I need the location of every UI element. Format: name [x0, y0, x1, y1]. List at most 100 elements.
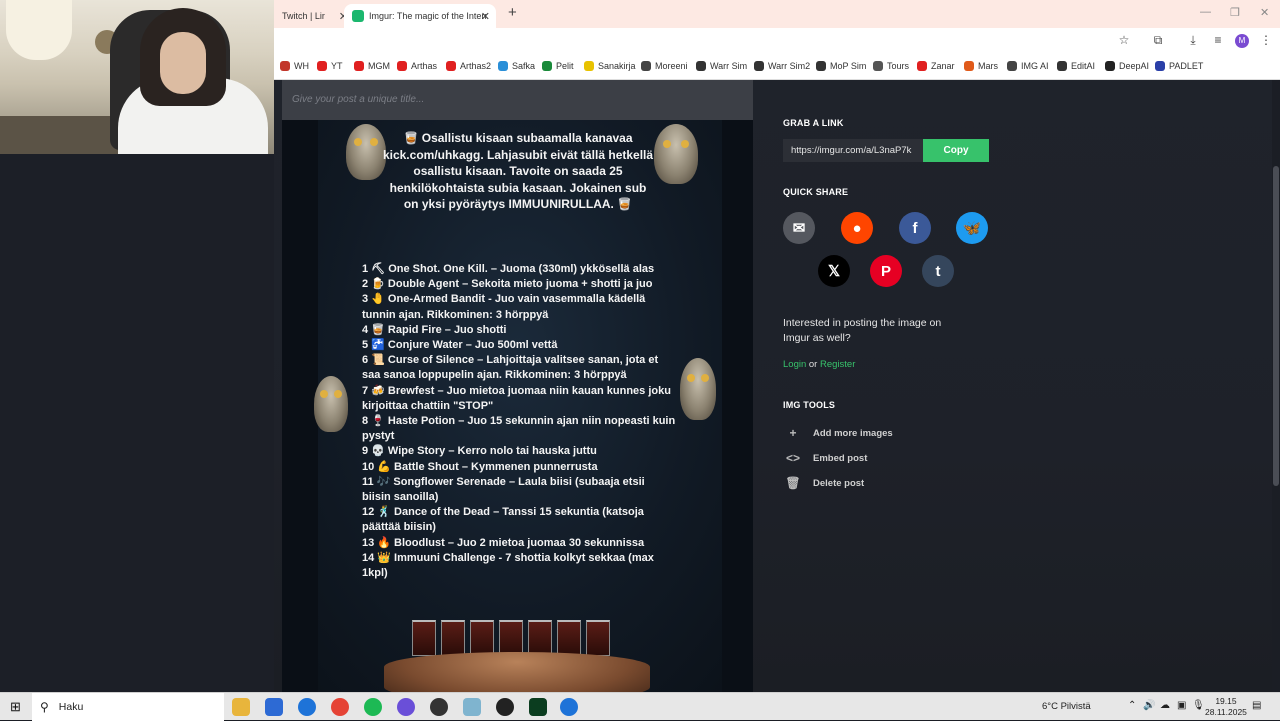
weather-widget[interactable]: 6°C Pilvistä [1042, 701, 1091, 712]
delete-post-button[interactable]: 🗑 Delete post [783, 476, 864, 490]
bookmark-item[interactable]: Sanakirja [584, 61, 636, 71]
bookmark-item[interactable]: Safka [498, 61, 535, 71]
bookmark-item[interactable]: IMG AI [1007, 61, 1049, 71]
share-link-field[interactable]: https://imgur.com/a/L3naP7k [783, 139, 923, 162]
add-more-images-button[interactable]: + Add more images [783, 426, 893, 440]
chevron-up-icon[interactable]: ⌃ [1128, 700, 1136, 711]
scrollbar-thumb[interactable] [1273, 166, 1279, 486]
bookmark-item[interactable]: MGM [354, 61, 390, 71]
rule-item: 3 🤚 One-Armed Bandit - Juo vain vasemmal… [362, 293, 646, 321]
close-icon[interactable]: ✕ [481, 10, 490, 23]
star-icon[interactable]: ☆ [1116, 33, 1132, 47]
edge-icon-2[interactable] [560, 698, 578, 716]
facebook-share-icon[interactable]: f [899, 212, 931, 244]
bookmark-item[interactable]: Mars [964, 61, 998, 71]
reddit-share-icon[interactable]: ● [841, 212, 873, 244]
bookmark-label: Arthas2 [460, 61, 492, 71]
bookmarks-bar: WH YT MGM Arthas Arthas2 Safka Pelit Sanakirja M… [274, 56, 1280, 80]
login-link[interactable]: Login [783, 359, 806, 370]
bookmark-item[interactable]: Arthas2 [446, 61, 491, 71]
bookmark-item[interactable]: Pelit [542, 61, 574, 71]
page-scrollbar[interactable] [1272, 80, 1280, 692]
x-share-icon[interactable]: 𝕏 [818, 255, 850, 287]
tab-imgur[interactable]: Imgur: The magic of the Interne ✕ [344, 4, 496, 28]
webcam-person-face [160, 32, 206, 94]
bluesky-share-icon[interactable]: 🦋 [956, 212, 988, 244]
rule-item: 7 🍻 Brewfest – Juo mietoa juomaa niin ka… [362, 384, 671, 412]
rule-item: 2 🍺 Double Agent – Sekoita mieto juoma +… [362, 278, 653, 291]
owl-top-left [346, 124, 386, 180]
copy-button[interactable]: Copy [923, 139, 989, 162]
bookmark-item[interactable]: Warr Sim [696, 61, 747, 71]
bookmark-label: Pelit [556, 61, 574, 71]
windows-taskbar: ⊞ ⚲ Haku 6°C Pilvistä ⌃ 🔊 ☁ ▣ 🎙 19.15 28… [0, 692, 1280, 721]
bookmark-favicon-icon [280, 61, 290, 71]
rule-item: 11 🎶 Songflower Serenade – Laula biisi (… [362, 475, 645, 504]
spotify-icon[interactable] [364, 698, 382, 716]
window-close-icon[interactable]: ✕ [1260, 6, 1269, 19]
restore-icon[interactable]: ❐ [1230, 6, 1240, 19]
tumblr-share-icon[interactable]: t [922, 255, 954, 287]
steam-icon[interactable] [496, 698, 514, 716]
discord-icon[interactable] [397, 698, 415, 716]
email-share-icon[interactable]: ✉ [783, 212, 815, 244]
bookmark-item[interactable]: MoP Sim [816, 61, 866, 71]
menu-icon[interactable]: ⋮ [1258, 33, 1274, 47]
bookmark-item[interactable]: WH [280, 61, 309, 71]
download-icon[interactable]: ⤓ [1185, 33, 1201, 48]
bookmark-favicon-icon [498, 61, 508, 71]
embed-post-button[interactable]: <> Embed post [783, 451, 867, 465]
bookmark-label: Arthas [411, 61, 438, 71]
register-link[interactable]: Register [820, 359, 855, 370]
windows-start-icon[interactable]: ⊞ [10, 699, 21, 715]
notifications-icon[interactable]: ▤ [1252, 700, 1261, 711]
bookmark-item[interactable]: PADLET [1155, 61, 1203, 71]
terminal-icon[interactable] [529, 698, 547, 716]
extensions-icon[interactable]: ⧉ [1150, 33, 1166, 48]
bookmark-label: MGM [368, 61, 390, 71]
bookmark-label: DeepAI [1119, 61, 1150, 71]
bookmark-item[interactable]: DeepAI [1105, 61, 1149, 71]
bookmark-item[interactable]: Arthas [397, 61, 437, 71]
network-icon[interactable]: ▣ [1177, 700, 1186, 711]
media-queue-icon[interactable]: ≡ [1210, 33, 1226, 47]
bookmark-item[interactable]: Moreeni [641, 61, 688, 71]
tree-right [722, 120, 753, 692]
bookmark-label: Warr Sim [710, 61, 748, 71]
bookmark-label: PADLET [1169, 61, 1204, 71]
add-more-images-label: Add more images [813, 427, 893, 439]
post-title-input[interactable]: Give your post a unique title... [282, 80, 753, 120]
chrome-icon[interactable] [331, 698, 349, 716]
notes-icon[interactable] [463, 698, 481, 716]
microphone-icon[interactable]: 🎙 [1192, 700, 1205, 711]
profile-avatar[interactable]: M [1235, 34, 1249, 48]
delete-post-label: Delete post [813, 477, 865, 489]
outlook-icon[interactable] [265, 698, 283, 716]
quick-share-title: QUICK SHARE [783, 187, 849, 197]
app-icon[interactable] [430, 698, 448, 716]
bookmark-label: Mars [978, 61, 998, 71]
minimize-icon[interactable]: — [1200, 6, 1211, 18]
bookmark-item[interactable]: EditAI [1057, 61, 1095, 71]
file-explorer-icon[interactable] [232, 698, 250, 716]
new-tab-button[interactable]: + [508, 4, 517, 21]
volume-icon[interactable]: 🔊 [1143, 700, 1155, 711]
edge-icon[interactable] [298, 698, 316, 716]
bookmark-item[interactable]: Zanar [917, 61, 955, 71]
tree-left [282, 120, 318, 692]
bookmark-item[interactable]: Warr Sim2 [754, 61, 810, 71]
plus-icon: + [789, 426, 797, 440]
tab-twitch[interactable]: Twitch | Lir ✕ [274, 4, 348, 28]
rule-item: 8 🍷 Haste Potion – Juo 15 sekunnin ajan … [362, 415, 676, 443]
bookmark-favicon-icon [917, 61, 927, 71]
onedrive-icon[interactable]: ☁ [1160, 700, 1170, 711]
bookmark-favicon-icon [1007, 61, 1017, 71]
bookmark-item[interactable]: Tours [873, 61, 909, 71]
bookmark-item[interactable]: YT [317, 61, 343, 71]
taskbar-search[interactable]: ⚲ Haku [32, 693, 224, 721]
webcam-overlay [0, 0, 274, 154]
pinterest-share-icon[interactable]: P [870, 255, 902, 287]
tab-imgur-label: Imgur: The magic of the Interne [369, 11, 487, 21]
bookmark-label: WH [294, 61, 309, 71]
taskbar-clock[interactable]: 19.15 28.11.2025 [1205, 696, 1247, 718]
